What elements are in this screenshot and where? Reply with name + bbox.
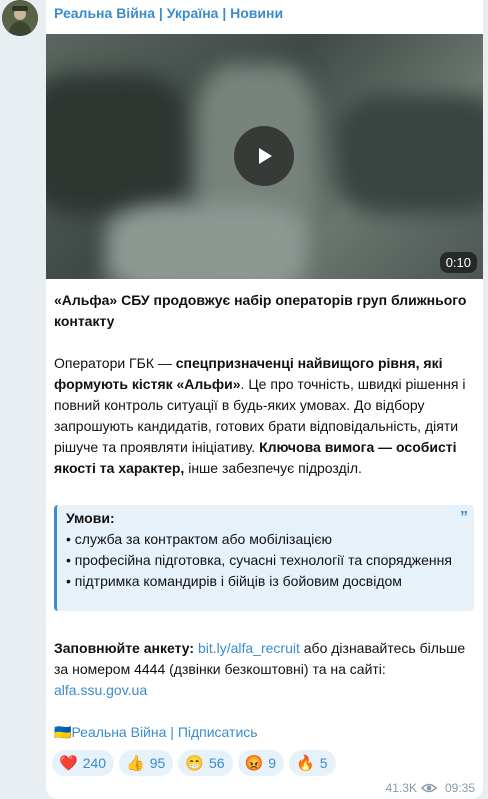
- video-preview[interactable]: 0:10: [46, 34, 483, 279]
- play-icon: [259, 148, 272, 164]
- quote-item: • професійна підготовка, сучасні техноло…: [66, 552, 452, 568]
- quote-item: • підтримка командирів і бійців із бойов…: [66, 573, 402, 589]
- channel-name[interactable]: Реальна Війна | Україна | Новини: [54, 5, 283, 21]
- heart-icon: ❤️: [59, 755, 78, 772]
- reactions-bar: ❤️ 240 👍 95 😁 56 😡 9 🔥 5: [52, 750, 336, 776]
- quote-title: Умови:: [66, 510, 115, 526]
- message-time: 09:35: [444, 781, 475, 795]
- reaction-fire[interactable]: 🔥 5: [289, 750, 336, 776]
- eye-icon: [420, 783, 437, 793]
- reaction-heart[interactable]: ❤️ 240: [52, 750, 115, 776]
- post-contact: Заповнюйте анкету: bit.ly/alfa_recruit а…: [54, 640, 466, 698]
- angry-icon: 😡: [244, 755, 264, 772]
- quote-item: • служба за контрактом або мобілізацією: [66, 531, 333, 547]
- grin-icon: 😁: [185, 755, 204, 772]
- reaction-angry[interactable]: 😡 9: [237, 750, 285, 776]
- reaction-grin[interactable]: 😁 56: [178, 750, 233, 776]
- message-meta: 41.3K 09:35: [386, 781, 475, 795]
- play-button[interactable]: [234, 126, 294, 186]
- channel-avatar[interactable]: [2, 0, 38, 36]
- site-link[interactable]: alfa.ssu.gov.ua: [54, 682, 147, 698]
- fire-icon: 🔥: [296, 755, 315, 772]
- post-paragraph: Оператори ГБК — спецпризначенці найвищог…: [54, 355, 466, 476]
- post-title: «Альфа» СБУ продовжує набір операторів г…: [54, 292, 467, 329]
- thumbs-up-icon: 👍: [126, 755, 145, 772]
- quote-icon: ”: [460, 509, 468, 526]
- message-bubble: Реальна Війна | Україна | Новини 0:10 «А…: [46, 0, 483, 799]
- flag-icon: 🇺🇦: [54, 724, 72, 740]
- recruit-link[interactable]: bit.ly/alfa_recruit: [198, 640, 300, 656]
- channel-link[interactable]: Реальна Війна: [71, 724, 166, 740]
- subscribe-link[interactable]: Підписатись: [178, 724, 258, 740]
- video-duration: 0:10: [439, 252, 477, 273]
- post-footer: 🇺🇦Реальна Війна | Підписатись: [54, 724, 258, 740]
- view-count: 41.3K: [385, 781, 417, 795]
- conditions-quote: ” Умови: • служба за контрактом або мобі…: [54, 505, 474, 611]
- reaction-thumbs-up[interactable]: 👍 95: [119, 750, 174, 776]
